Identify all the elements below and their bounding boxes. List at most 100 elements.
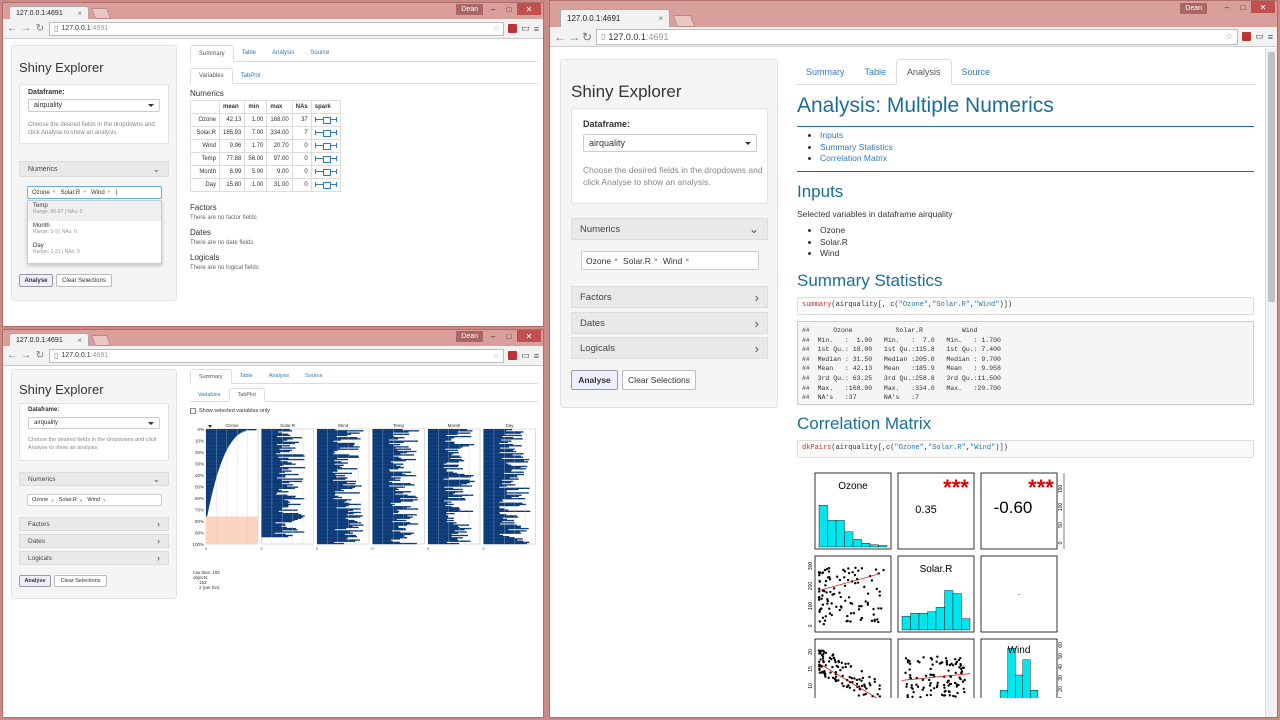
tab-table[interactable]: Table (232, 369, 261, 383)
tab-tabplot[interactable]: TabPlot (228, 388, 265, 402)
bookmark-star-icon[interactable]: ☆ (1225, 31, 1233, 42)
tab-variables[interactable]: Variables (190, 68, 233, 84)
bookmark-star-icon[interactable]: ☆ (493, 352, 499, 360)
dates-header[interactable]: Dates › (19, 534, 169, 548)
minimize-icon[interactable]: – (1219, 1, 1235, 13)
bookmark-star-icon[interactable]: ☆ (493, 25, 499, 33)
menu-icon[interactable]: ≡ (1268, 32, 1273, 42)
logicals-header[interactable]: Logicals › (571, 337, 768, 359)
clear-selections-button[interactable]: Clear Selections (54, 575, 107, 587)
factors-header[interactable]: Factors › (19, 517, 169, 531)
clear-selections-button[interactable]: Clear Selections (622, 370, 696, 390)
numerics-select[interactable]: Ozone × Solar.R × Wind × (27, 494, 162, 506)
tabplot-bar (372, 438, 398, 440)
cast-icon[interactable]: ▭ (1255, 31, 1264, 42)
remove-tag-icon[interactable]: × (103, 498, 106, 503)
remove-tag-icon[interactable]: × (51, 498, 54, 503)
browser-tab[interactable]: 127.0.0.1:4691 × (560, 9, 670, 27)
remove-tag-icon[interactable]: × (83, 190, 86, 195)
remove-tag-icon[interactable]: × (80, 498, 83, 503)
tab-source[interactable]: Source (302, 45, 337, 61)
new-tab-button[interactable] (90, 335, 112, 346)
analyse-button[interactable]: Analyse (19, 575, 51, 587)
reload-icon[interactable]: ↻ (35, 350, 45, 361)
scatter-point (861, 676, 865, 680)
cast-icon[interactable]: ▭ (521, 350, 530, 361)
tab-summary[interactable]: Summary (190, 45, 234, 62)
numerics-header[interactable]: Numerics ⌄ (19, 161, 169, 177)
browser-tab[interactable]: 127.0.0.1:4691 × (9, 333, 89, 346)
menu-icon[interactable]: ≡ (534, 24, 539, 34)
dropdown-option[interactable]: Month Range: 5-9 | NAs: 0 (28, 221, 161, 241)
show-selected-checkbox[interactable] (190, 408, 196, 414)
tab-source[interactable]: Source (297, 369, 330, 383)
numerics-select[interactable]: Ozone × Solar.R × Wind × | (27, 186, 162, 199)
tab-table[interactable]: Table (234, 45, 264, 61)
remove-tag-icon[interactable]: × (685, 257, 689, 264)
tab-variables[interactable]: Variables (190, 388, 229, 401)
toc-link-inputs[interactable]: Inputs (820, 130, 843, 140)
tab-analysis[interactable]: Analysis (261, 369, 297, 383)
dataframe-select[interactable]: airquality (583, 134, 757, 152)
back-icon[interactable]: ← (7, 350, 17, 361)
address-bar[interactable]: ▯ 127.0.0.1:4691 ☆ (596, 28, 1239, 45)
page-scrollbar[interactable] (1265, 48, 1277, 717)
analyse-button[interactable]: Analyse (571, 370, 618, 390)
tab-analysis[interactable]: Analysis (264, 45, 302, 61)
tab-table[interactable]: Table (855, 59, 897, 84)
reload-icon[interactable]: ↻ (582, 30, 592, 44)
toc-link-summary-statistics[interactable]: Summary Statistics (820, 142, 893, 152)
reload-icon[interactable]: ↻ (35, 23, 45, 34)
close-tab-icon[interactable]: × (658, 14, 663, 23)
analyse-button[interactable]: Analyse (19, 274, 53, 287)
numerics-select[interactable]: Ozone × Solar.R × Wind × (581, 251, 759, 270)
back-icon[interactable]: ← (7, 23, 17, 34)
toc-link-correlation-matrix[interactable]: Correlation Matrix (820, 153, 887, 163)
tab-tabplot[interactable]: TabPlot (233, 68, 269, 83)
new-tab-button[interactable] (672, 15, 696, 27)
minimize-icon[interactable]: – (485, 3, 501, 15)
tab-summary[interactable]: Summary (796, 59, 855, 84)
logicals-header[interactable]: Logicals › (19, 551, 169, 565)
dates-header[interactable]: Dates › (571, 312, 768, 334)
new-tab-button[interactable] (90, 8, 112, 19)
address-bar[interactable]: ▯ 127.0.0.1:4691 ☆ (49, 348, 505, 363)
factors-header[interactable]: Factors › (571, 286, 768, 308)
forward-icon[interactable]: → (21, 350, 31, 361)
maximize-icon[interactable]: □ (501, 3, 517, 15)
back-icon[interactable]: ← (554, 30, 566, 44)
dropdown-option[interactable]: Day Range: 1-31 | NAs: 0 (28, 241, 161, 261)
close-window-icon[interactable]: ✕ (517, 330, 541, 342)
maximize-icon[interactable]: □ (501, 330, 517, 342)
forward-icon[interactable]: → (568, 30, 580, 44)
remove-tag-icon[interactable]: × (614, 257, 618, 264)
menu-icon[interactable]: ≡ (534, 351, 539, 361)
close-tab-icon[interactable]: × (77, 9, 82, 18)
remove-tag-icon[interactable]: × (654, 257, 658, 264)
remove-tag-icon[interactable]: × (53, 190, 56, 195)
tab-analysis[interactable]: Analysis (896, 59, 952, 85)
extension-icon[interactable] (508, 24, 518, 33)
clear-selections-button[interactable]: Clear Selections (56, 274, 112, 287)
extension-icon[interactable] (1242, 32, 1252, 41)
close-tab-icon[interactable]: × (77, 336, 82, 345)
close-window-icon[interactable]: ✕ (517, 3, 541, 15)
dropdown-option[interactable]: Temp Range: 56-97 | NAs: 0 (28, 201, 161, 221)
dataframe-select[interactable]: airquality (28, 99, 160, 112)
tab-summary[interactable]: Summary (190, 369, 232, 384)
extension-icon[interactable] (508, 351, 518, 360)
maximize-icon[interactable]: □ (1235, 1, 1251, 13)
remove-tag-icon[interactable]: × (108, 190, 111, 195)
cast-icon[interactable]: ▭ (521, 23, 530, 34)
minimize-icon[interactable]: – (485, 330, 501, 342)
forward-icon[interactable]: → (21, 23, 31, 34)
numerics-header[interactable]: Numerics ⌄ (571, 218, 768, 240)
scatter-point (877, 607, 880, 610)
dataframe-select[interactable]: airquality (28, 417, 160, 429)
address-bar[interactable]: ▯ 127.0.0.1:4691 ☆ (49, 21, 505, 36)
tab-source[interactable]: Source (952, 59, 1001, 84)
numerics-header[interactable]: Numerics ⌄ (19, 472, 169, 486)
scrollbar-thumb[interactable] (1268, 52, 1275, 302)
close-window-icon[interactable]: ✕ (1251, 1, 1275, 13)
browser-tab[interactable]: 127.0.0.1:4691 × (9, 6, 89, 19)
